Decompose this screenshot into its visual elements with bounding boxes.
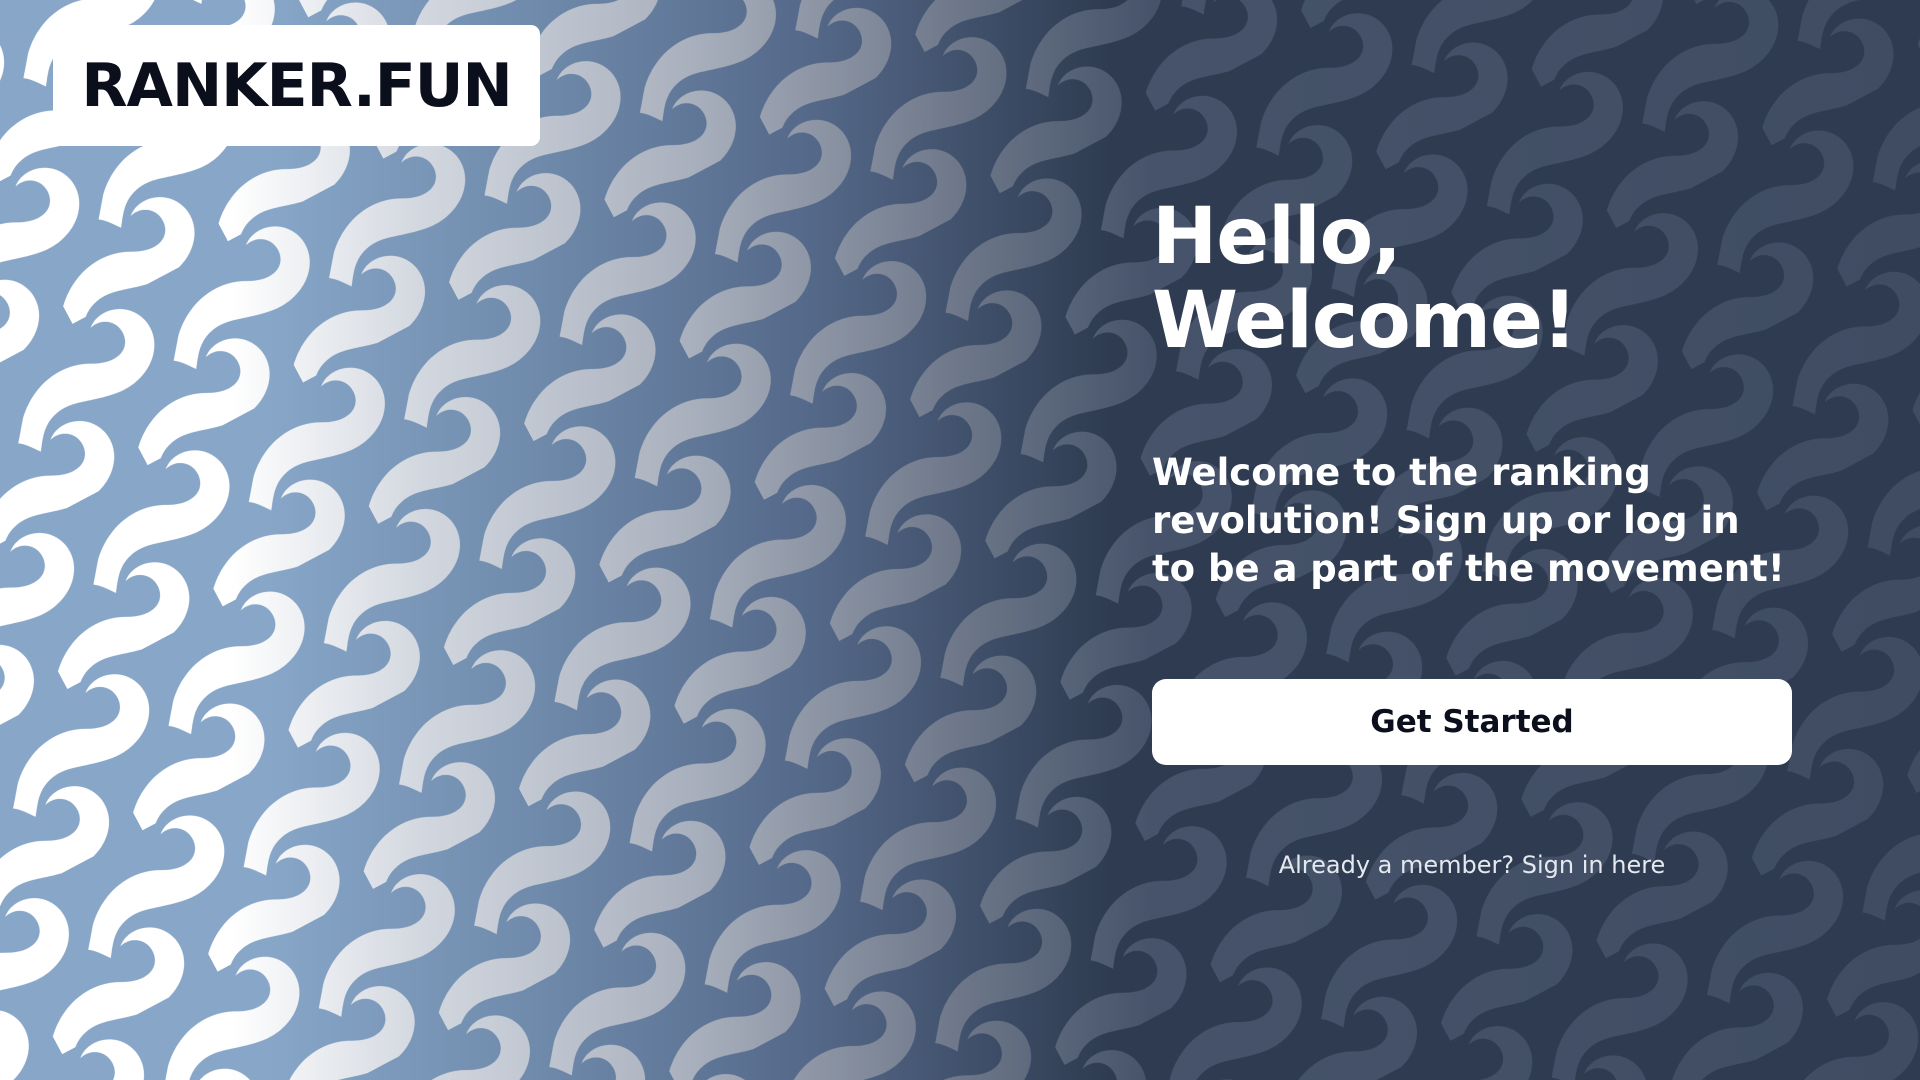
page-title-line-2: Welcome! — [1152, 276, 1577, 366]
page-title: Hello, Welcome! — [1152, 195, 1792, 363]
sign-in-link[interactable]: Already a member? Sign in here — [1152, 851, 1792, 879]
welcome-panel: Hello, Welcome! Welcome to the ranking r… — [1152, 195, 1792, 879]
welcome-description: Welcome to the ranking revolution! Sign … — [1152, 451, 1785, 590]
get-started-button[interactable]: Get Started — [1152, 679, 1792, 765]
welcome-page: RANKER.FUN Hello, Welcome! Welcome to th… — [0, 0, 1920, 1080]
logo-text: RANKER.FUN — [81, 50, 512, 121]
logo[interactable]: RANKER.FUN — [53, 25, 540, 146]
page-title-line-1: Hello, — [1152, 192, 1402, 282]
